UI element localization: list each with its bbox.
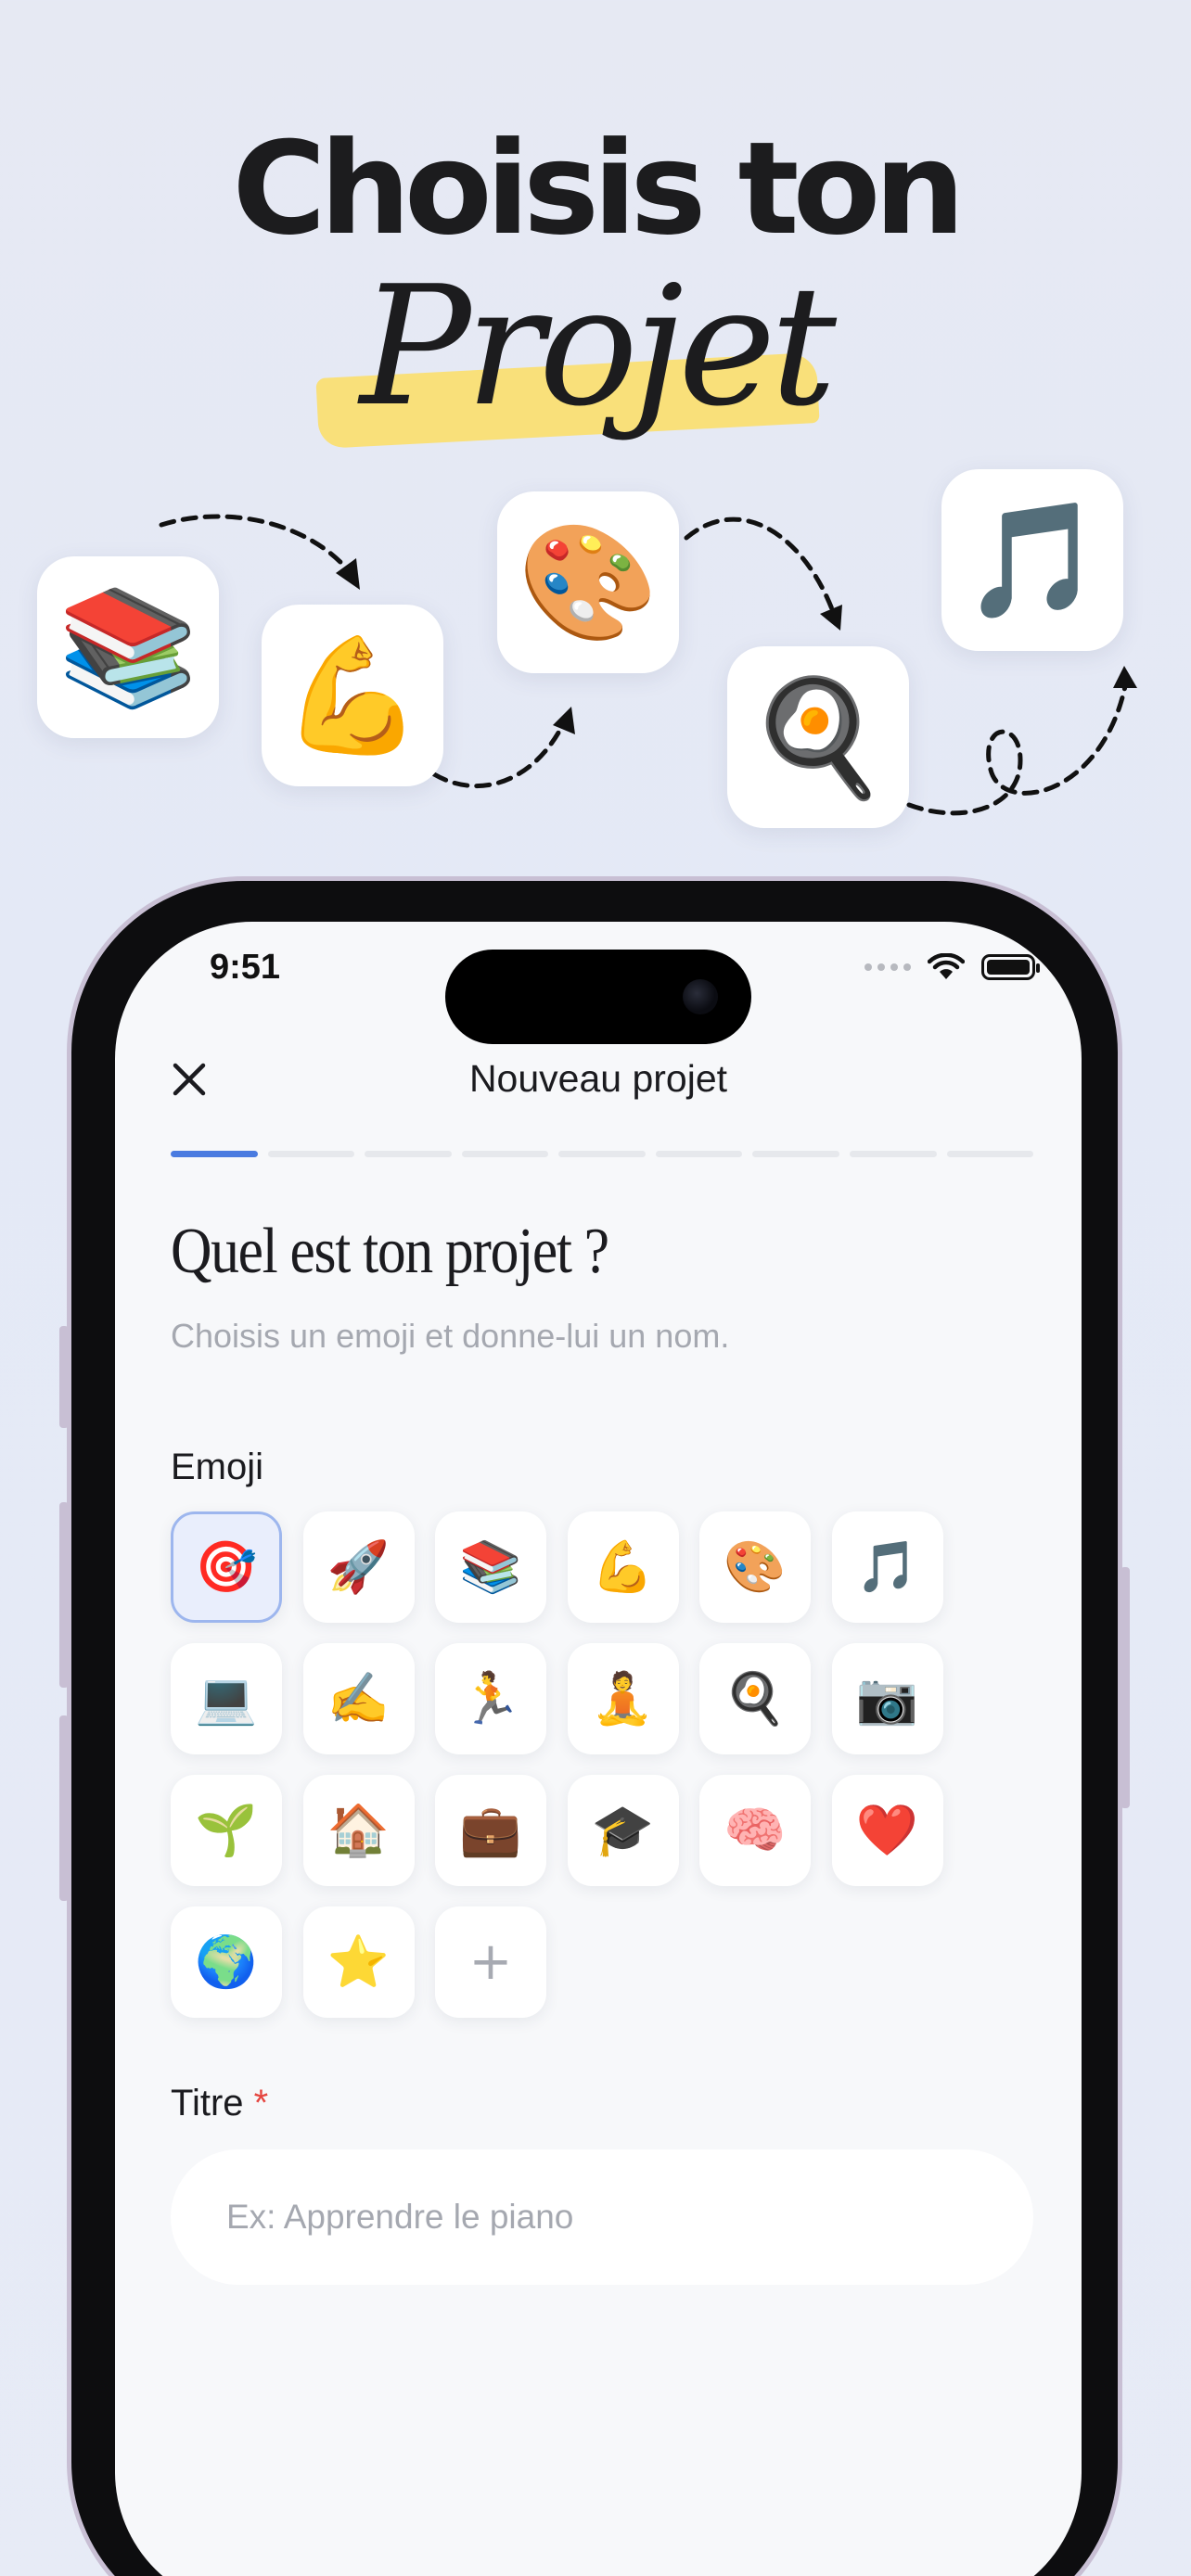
promo-tile-books: 📚 (37, 556, 219, 738)
title-field-label: Titre * (171, 2083, 268, 2124)
flexed-biceps-icon: 💪 (282, 632, 423, 759)
required-marker: * (253, 2083, 269, 2123)
target-icon: 🎯 (195, 1539, 258, 1595)
battery-icon (981, 954, 1040, 980)
meditation-icon: 🧘 (591, 1671, 655, 1727)
progress-segment (267, 1151, 355, 1157)
phone-side-button (1121, 1567, 1130, 1808)
nav-title: Nouveau projet (468, 1057, 728, 1100)
dynamic-island (445, 950, 751, 1044)
emoji-option-cooking[interactable]: 🍳 (699, 1643, 811, 1754)
question-subtitle: Choisis un emoji et donne-lui un nom. (171, 1317, 730, 1355)
heart-icon: ❤️ (855, 1803, 919, 1858)
frying-pan-icon: 🍳 (724, 1671, 787, 1727)
emoji-option-laptop[interactable]: 💻 (171, 1643, 282, 1754)
status-icons (864, 953, 1040, 981)
emoji-option-brain[interactable]: 🧠 (699, 1775, 811, 1886)
promo-tile-music: 🎵 (941, 469, 1123, 651)
globe-icon: 🌍 (195, 1934, 258, 1990)
dashed-arrows (159, 514, 1137, 816)
emoji-option-camera[interactable]: 📷 (831, 1643, 943, 1754)
palette-icon: 🎨 (518, 519, 659, 645)
frying-pan-icon: 🍳 (748, 674, 889, 800)
palette-icon: 🎨 (724, 1539, 787, 1595)
rocket-icon: 🚀 (327, 1539, 391, 1595)
promo-tile-cooking: 🍳 (727, 646, 909, 828)
camera-icon (683, 979, 718, 1014)
brain-icon: 🧠 (724, 1803, 787, 1858)
graduation-cap-icon: 🎓 (591, 1803, 655, 1858)
signal-icon (864, 963, 911, 971)
phone-side-button (59, 1715, 69, 1901)
question-heading: Quel est ton projet ? (171, 1216, 609, 1287)
books-icon: 📚 (58, 584, 198, 710)
plus-icon: + (468, 1932, 513, 1992)
title-label-text: Titre (171, 2083, 244, 2123)
progress-segment (946, 1151, 1034, 1157)
emoji-option-house[interactable]: 🏠 (302, 1775, 415, 1886)
house-icon: 🏠 (327, 1803, 391, 1858)
emoji-option-seedling[interactable]: 🌱 (171, 1775, 282, 1886)
runner-icon: 🏃 (459, 1671, 522, 1727)
emoji-option-music[interactable]: 🎵 (831, 1511, 943, 1623)
status-bar: 9:51 (115, 922, 1082, 1044)
progress-segment (558, 1151, 646, 1157)
emoji-option-star[interactable]: ⭐ (302, 1906, 415, 2018)
flexed-biceps-icon: 💪 (591, 1539, 655, 1595)
wifi-icon (928, 953, 965, 979)
camera-icon: 📷 (855, 1671, 919, 1727)
progress-segment (655, 1151, 743, 1157)
promo-tile-muscle: 💪 (262, 605, 443, 786)
laptop-icon: 💻 (195, 1671, 258, 1727)
star-icon: ⭐ (327, 1934, 391, 1990)
emoji-option-graduation[interactable]: 🎓 (567, 1775, 679, 1886)
music-notes-icon: 🎵 (855, 1539, 919, 1595)
emoji-label: Emoji (171, 1447, 264, 1487)
books-icon: 📚 (459, 1539, 522, 1595)
emoji-option-globe[interactable]: 🌍 (171, 1906, 282, 2018)
writing-hand-icon: ✍️ (327, 1671, 391, 1727)
emoji-option-rocket[interactable]: 🚀 (302, 1511, 415, 1623)
emoji-option-meditation[interactable]: 🧘 (567, 1643, 679, 1754)
title-input-placeholder: Ex: Apprendre le piano (226, 2198, 574, 2236)
progress-segment (461, 1151, 549, 1157)
nav-bar: Nouveau projet (115, 1052, 1082, 1107)
status-time: 9:51 (210, 948, 281, 987)
emoji-option-writing[interactable]: ✍️ (302, 1643, 415, 1754)
music-notes-icon: 🎵 (962, 497, 1103, 623)
emoji-option-running[interactable]: 🏃 (435, 1643, 546, 1754)
emoji-picker: 🎯 🚀 📚 💪 🎨 🎵 💻 ✍️ 🏃 🧘 🍳 📷 🌱 🏠 💼 🎓 🧠 ❤️ 🌍 … (171, 1511, 943, 2018)
progress-segment (171, 1151, 258, 1157)
phone-side-button (59, 1326, 69, 1428)
progress-segment (849, 1151, 937, 1157)
emoji-option-palette[interactable]: 🎨 (699, 1511, 811, 1623)
progress-segment (752, 1151, 839, 1157)
step-progress (171, 1151, 1034, 1157)
app-screen: 9:51 Nouveau projet Quel est ton projet … (115, 922, 1082, 2576)
emoji-option-books[interactable]: 📚 (435, 1511, 546, 1623)
title-input[interactable]: Ex: Apprendre le piano (171, 2149, 1033, 2285)
progress-segment (365, 1151, 452, 1157)
emoji-option-muscle[interactable]: 💪 (567, 1511, 679, 1623)
add-emoji-button[interactable]: + (435, 1906, 546, 2018)
emoji-option-briefcase[interactable]: 💼 (435, 1775, 546, 1886)
phone-side-button (59, 1502, 69, 1688)
emoji-option-heart[interactable]: ❤️ (831, 1775, 943, 1886)
briefcase-icon: 💼 (459, 1803, 522, 1858)
emoji-option-target[interactable]: 🎯 (171, 1511, 282, 1623)
promo-tile-palette: 🎨 (497, 491, 679, 673)
seedling-icon: 🌱 (195, 1803, 258, 1858)
